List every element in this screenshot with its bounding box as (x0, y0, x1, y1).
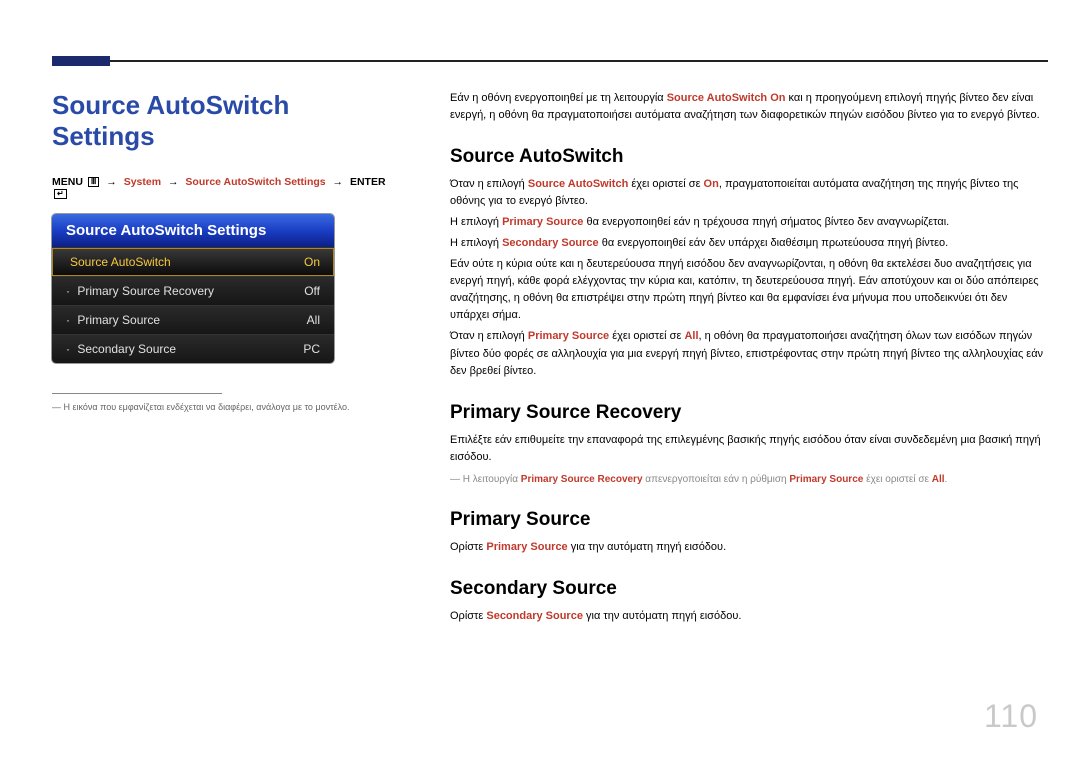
left-column: Source AutoSwitch Settings MENU Ⅲ → Syst… (52, 90, 392, 723)
osd-row-source-autoswitch[interactable]: Source AutoSwitch On (52, 247, 334, 276)
psr-note: ― Η λειτουργία Primary Source Recovery α… (450, 472, 1048, 487)
osd-row-secondary-source[interactable]: · Secondary Source PC (52, 334, 334, 363)
sa-p1: Όταν η επιλογή Source AutoSwitch έχει ορ… (450, 176, 1048, 210)
osd-row-label: Primary Source (77, 313, 160, 327)
left-note: ― Η εικόνα που εμφανίζεται ενδέχεται να … (52, 402, 392, 412)
heading-source-autoswitch: Source AutoSwitch (450, 146, 1048, 168)
osd-row-value: PC (303, 342, 320, 356)
header-accent (52, 56, 110, 66)
osd-header: Source AutoSwitch Settings (52, 214, 334, 247)
page-number: 110 (984, 698, 1038, 735)
breadcrumb-system: System (124, 176, 161, 188)
arrow-icon: → (106, 176, 117, 188)
osd-row-primary-source[interactable]: · Primary Source All (52, 305, 334, 334)
breadcrumb-menu: MENU (52, 176, 83, 188)
right-column: Εάν η οθόνη ενεργοποιηθεί με τη λειτουργ… (450, 90, 1048, 723)
heading-secondary-source: Secondary Source (450, 578, 1048, 600)
ps-p: Ορίστε Primary Source για την αυτόματη π… (450, 539, 1048, 556)
enter-icon: ↵ (54, 189, 67, 199)
breadcrumb-enter: ENTER (350, 176, 386, 188)
osd-row-primary-source-recovery[interactable]: · Primary Source Recovery Off (52, 276, 334, 305)
heading-primary-source: Primary Source (450, 509, 1048, 531)
left-divider (52, 393, 222, 394)
osd-row-label: Primary Source Recovery (77, 284, 214, 298)
osd-row-label: Source AutoSwitch (70, 255, 171, 269)
osd-row-value: On (304, 255, 320, 269)
osd-row-label: Secondary Source (77, 342, 176, 356)
breadcrumb: MENU Ⅲ → System → Source AutoSwitch Sett… (52, 176, 392, 200)
arrow-icon: → (333, 176, 344, 188)
menu-icon: Ⅲ (88, 177, 100, 187)
sa-p4: Εάν ούτε η κύρια ούτε και η δευτερεύουσα… (450, 256, 1048, 324)
heading-primary-source-recovery: Primary Source Recovery (450, 402, 1048, 424)
osd-row-value: All (307, 313, 320, 327)
header-rule (52, 60, 1048, 62)
osd-panel: Source AutoSwitch Settings Source AutoSw… (52, 214, 334, 363)
sa-p3: Η επιλογή Secondary Source θα ενεργοποιη… (450, 235, 1048, 252)
page-title: Source AutoSwitch Settings (52, 90, 392, 152)
breadcrumb-item: Source AutoSwitch Settings (185, 176, 325, 188)
sa-p5: Όταν η επιλογή Primary Source έχει οριστ… (450, 328, 1048, 379)
intro-paragraph: Εάν η οθόνη ενεργοποιηθεί με τη λειτουργ… (450, 90, 1048, 124)
sa-p2: Η επιλογή Primary Source θα ενεργοποιηθε… (450, 214, 1048, 231)
ss-p: Ορίστε Secondary Source για την αυτόματη… (450, 608, 1048, 625)
page-body: Source AutoSwitch Settings MENU Ⅲ → Syst… (52, 90, 1048, 723)
osd-row-value: Off (304, 284, 320, 298)
arrow-icon: → (168, 176, 179, 188)
psr-p: Επιλέξτε εάν επιθυμείτε την επαναφορά τη… (450, 432, 1048, 466)
